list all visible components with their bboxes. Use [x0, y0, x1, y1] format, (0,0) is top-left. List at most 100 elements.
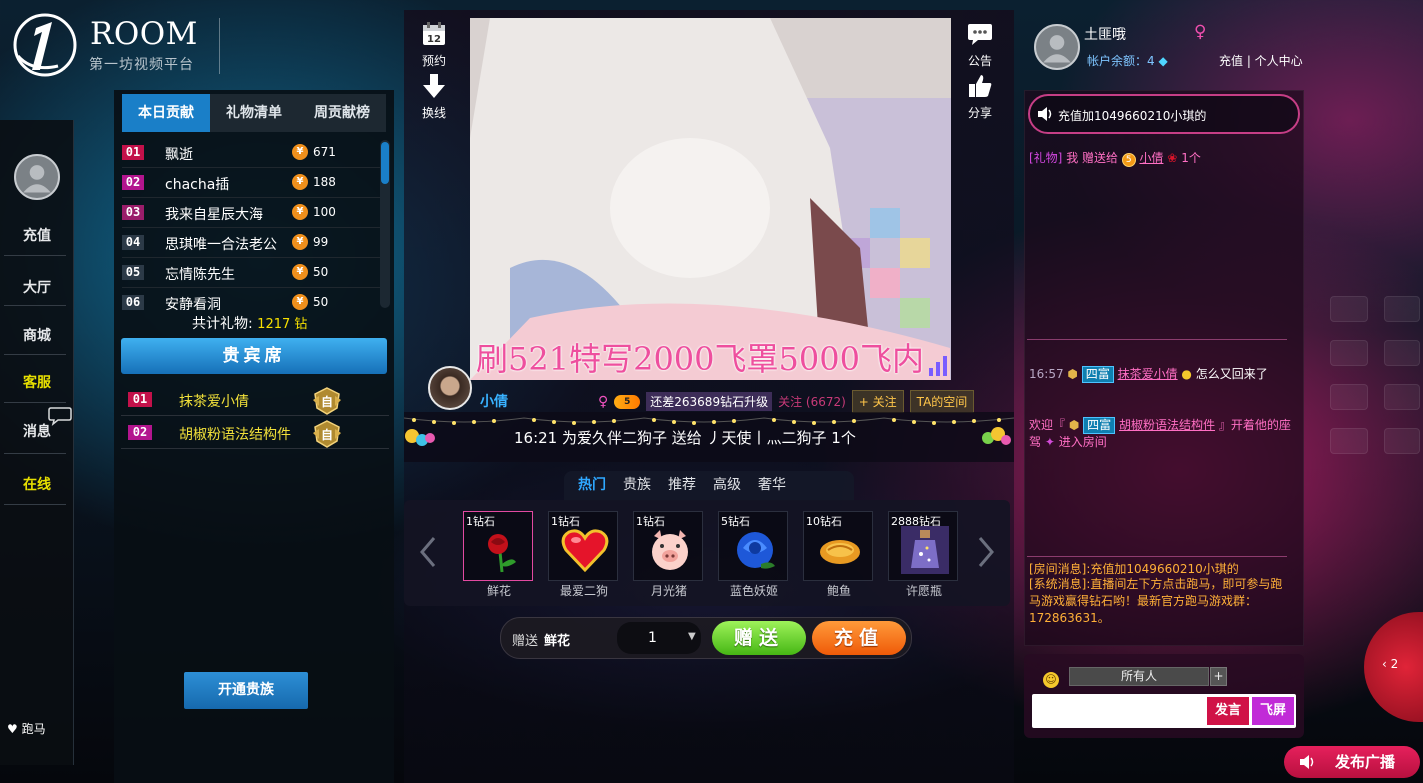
speak-button[interactable]: 发言: [1207, 697, 1249, 725]
nav-online[interactable]: 在线: [0, 474, 74, 494]
rank-number: 03: [122, 205, 144, 220]
gift-name: 月光猪: [650, 584, 687, 598]
user-links[interactable]: 充值 | 个人中心: [1219, 52, 1303, 69]
vip-row[interactable]: 02 胡椒粉语法结构件 自: [121, 419, 389, 449]
chat-username[interactable]: 抹茶爱小倩: [1118, 367, 1178, 381]
rose-icon: ❀: [1167, 151, 1178, 165]
reserve-label: 预约: [421, 54, 446, 68]
anchor-avatar[interactable]: [428, 366, 472, 410]
tab-weekly-contribution[interactable]: 周贡献榜: [298, 94, 386, 132]
rose-icon: [488, 534, 516, 573]
decor-tile: [1384, 384, 1420, 410]
site-logo[interactable]: ROOM 第一坊视频平台: [12, 12, 222, 78]
fly-screen-button[interactable]: 飞屏: [1252, 697, 1294, 725]
speaker-icon: [1300, 755, 1314, 769]
nav-divider: [4, 255, 66, 256]
coin-icon: ¥: [292, 264, 308, 280]
gift-item-heart[interactable]: 1钻石 最爱二狗: [548, 511, 620, 599]
anchor-meta: ♀ 5 还差263689钻石升级 关注 (6672) + 关注 TA的空间: [598, 390, 975, 413]
gift-item-wish-bottle[interactable]: 2888钻石 许愿瓶: [888, 511, 960, 599]
reserve-button[interactable]: 12 预约: [414, 20, 454, 69]
chat-target-plus-button[interactable]: +: [1210, 667, 1227, 686]
broadcast-label: 发布广播: [1334, 753, 1395, 771]
gift-target[interactable]: 小倩: [1139, 151, 1163, 165]
ranking-row[interactable]: 02 chacha插 ¥ 188: [122, 168, 380, 198]
horse-race-link[interactable]: ♥ 跑马: [7, 720, 46, 737]
nav-avatar[interactable]: [14, 154, 60, 200]
scrollbar-thumb[interactable]: [381, 142, 389, 184]
rank-number: 05: [122, 265, 144, 280]
logo-slogan: 第一坊视频平台: [89, 57, 194, 73]
nav-divider: [4, 453, 66, 454]
gift-item-pig[interactable]: 1钻石 月光猪: [633, 511, 705, 599]
rank-value: 99: [313, 235, 329, 249]
rank-username: 飘逝: [165, 147, 193, 163]
decor-tile: [1330, 428, 1368, 454]
gift-item-abalone[interactable]: 10钻石 鲍鱼: [803, 511, 875, 599]
coin-icon: ¥: [292, 174, 308, 190]
gift-item-blue-rose[interactable]: 5钻石 蓝色妖姬: [718, 511, 790, 599]
nav-service[interactable]: 客服: [0, 372, 74, 392]
thumbs-up-icon: [969, 75, 992, 97]
rank-number: 02: [122, 175, 144, 190]
gift-sender[interactable]: 我: [1066, 151, 1078, 165]
ranking-row[interactable]: 06 安静看洞 ¥ 50: [122, 288, 380, 310]
welcome-prefix: 欢迎『: [1029, 418, 1066, 432]
chat-separator: [1027, 339, 1287, 340]
ranking-row[interactable]: 01 飘逝 ¥ 671: [122, 138, 380, 168]
anchor-space-button[interactable]: TA的空间: [909, 390, 975, 413]
anchor-name[interactable]: 小倩: [480, 391, 508, 411]
follow-button[interactable]: + 关注: [851, 390, 904, 413]
noble-badge-char: 自: [321, 394, 333, 409]
side-collapse-toggle[interactable]: ‹ 2: [1364, 612, 1423, 722]
gift-name: 鲜花: [486, 584, 511, 598]
nav-mall[interactable]: 商城: [0, 325, 74, 345]
coin-icon: ¥: [292, 294, 308, 310]
ranking-row[interactable]: 04 思琪唯一合法老公 ¥ 99: [122, 228, 380, 258]
ranking-scrollbar[interactable]: [380, 140, 390, 308]
ranking-tabs: 本日贡献 礼物清单 周贡献榜: [122, 94, 386, 132]
tab-daily-contribution[interactable]: 本日贡献: [122, 94, 210, 132]
gift-prev-arrow-icon[interactable]: [418, 536, 438, 568]
share-button[interactable]: 分享: [960, 72, 1000, 121]
level-badge: 5: [614, 394, 641, 409]
vip-username: 胡椒粉语法结构件: [179, 427, 291, 443]
vip-row[interactable]: 01 抹茶爱小倩 自: [121, 386, 389, 416]
download-arrow-icon: [423, 74, 445, 98]
gift-next-arrow-icon[interactable]: [976, 536, 996, 568]
chevron-down-icon[interactable]: ▼: [688, 631, 696, 642]
nav-hall[interactable]: 大厅: [0, 277, 74, 297]
gift-tab-hot[interactable]: 热门: [578, 471, 623, 501]
switch-line-button[interactable]: 换线: [414, 72, 454, 121]
broadcast-button[interactable]: 发布广播: [1284, 746, 1420, 778]
message-bubble-icon: [48, 407, 72, 426]
gift-tab-advanced[interactable]: 高级: [713, 471, 758, 501]
recharge-button[interactable]: 充值: [812, 621, 906, 655]
announcement-button[interactable]: 公告: [960, 20, 1000, 69]
gift-item-rose[interactable]: 1钻石 鲜花: [463, 511, 535, 599]
logo-mark-icon: [13, 13, 77, 77]
emoji-icon[interactable]: ☺: [1043, 672, 1059, 688]
chat-target-select[interactable]: 所有人: [1069, 667, 1209, 686]
ranking-row[interactable]: 05 忘情陈先生 ¥ 50: [122, 258, 380, 288]
gift-tab-luxury[interactable]: 奢华: [758, 471, 803, 501]
chat-username[interactable]: 胡椒粉语法结构件: [1119, 418, 1215, 432]
upgrade-progress-text: 还差263689钻石升级: [646, 392, 773, 411]
give-gift-button[interactable]: 赠送: [712, 621, 806, 655]
nav-divider: [4, 305, 66, 306]
gift-tab-recommend[interactable]: 推荐: [668, 471, 713, 501]
ranking-row[interactable]: 03 我来自星辰大海 ¥ 100: [122, 198, 380, 228]
switch-line-label: 换线: [421, 106, 446, 120]
diamond-icon: ◆: [1158, 54, 1168, 68]
gift-tab-noble[interactable]: 贵族: [623, 471, 668, 501]
heart-icon: ♥: [7, 722, 18, 736]
live-video[interactable]: 刷521特写2000飞罩5000飞内: [470, 18, 951, 380]
nav-recharge[interactable]: 充值: [0, 225, 74, 245]
room-announcement: 充值加1049660210小琪的: [1028, 94, 1300, 134]
gift-name: 许愿瓶: [905, 584, 942, 598]
collapse-label: ‹ 2: [1382, 657, 1399, 671]
open-noble-button[interactable]: 开通贵族: [184, 672, 308, 709]
tab-gift-list[interactable]: 礼物清单: [210, 94, 298, 132]
coin-icon: ¥: [292, 144, 308, 160]
user-avatar[interactable]: [1034, 24, 1080, 70]
